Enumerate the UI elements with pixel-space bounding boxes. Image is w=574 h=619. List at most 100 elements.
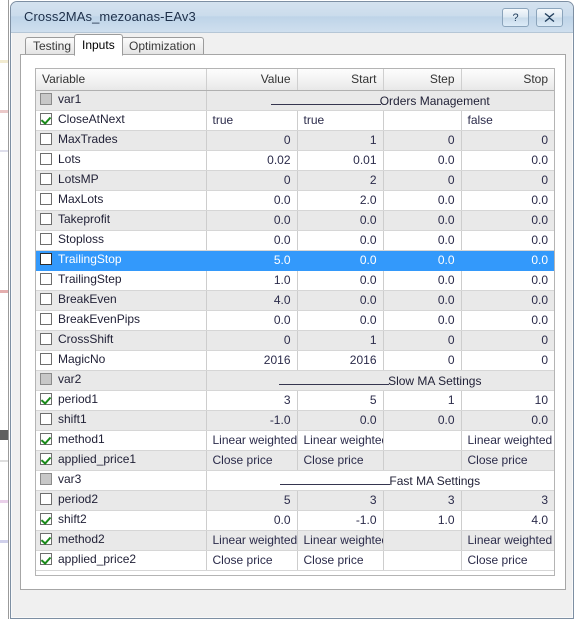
table-row[interactable]: MagicNo 2016 2016 0 0 [36,350,554,371]
row-value-cell[interactable]: 0.02 [206,150,298,171]
row-step-cell[interactable] [383,110,462,131]
row-stop-cell[interactable]: 3 [461,490,554,511]
row-step-cell[interactable] [383,550,462,571]
table-row[interactable]: var3 Fast MA Settings [36,470,554,491]
table-row[interactable]: period2 5 3 3 3 [36,490,554,511]
optimize-checkbox[interactable] [40,453,52,465]
table-row[interactable]: var1 Orders Management [36,90,554,111]
row-value-cell[interactable]: 0 [206,130,298,151]
row-step-cell[interactable] [383,450,462,471]
column-header-variable[interactable]: Variable [36,69,207,91]
row-variable-cell[interactable]: method2 [36,530,207,551]
row-value-cell[interactable]: 1.0 [206,270,298,291]
optimize-checkbox[interactable] [40,273,52,285]
row-start-cell[interactable]: Linear weighted [297,430,384,451]
row-variable-cell[interactable]: MaxTrades [36,130,207,151]
row-variable-cell[interactable]: var2 [36,370,207,391]
row-step-cell[interactable]: 0.0 [383,230,462,251]
optimize-checkbox[interactable] [40,193,52,205]
row-start-cell[interactable]: 0.0 [297,290,384,311]
row-step-cell[interactable] [383,530,462,551]
row-stop-cell[interactable]: 10 [461,390,554,411]
row-stop-cell[interactable]: 0 [461,170,554,191]
row-start-cell[interactable]: Linear weighted [297,530,384,551]
optimize-checkbox[interactable] [40,513,52,525]
column-header-stop[interactable]: Stop [461,69,554,91]
row-variable-cell[interactable]: var3 [36,470,207,491]
row-start-cell[interactable]: 0.0 [297,410,384,431]
row-variable-cell[interactable]: applied_price1 [36,450,207,471]
inputs-grid-container[interactable]: Variable Value Start Step Stop var1 Order… [35,68,555,576]
row-stop-cell[interactable]: 0 [461,330,554,351]
row-step-cell[interactable]: 0.0 [383,190,462,211]
row-variable-cell[interactable]: shift2 [36,510,207,531]
row-start-cell[interactable]: 0.0 [297,270,384,291]
row-value-cell[interactable]: Linear weighted [206,430,298,451]
row-stop-cell[interactable]: 0.0 [461,150,554,171]
row-variable-cell[interactable]: TrailingStep [36,270,207,291]
optimize-checkbox[interactable] [40,333,52,345]
optimize-checkbox[interactable] [40,173,52,185]
row-step-cell[interactable]: 0 [383,170,462,191]
row-start-cell[interactable]: 0.0 [297,210,384,231]
row-step-cell[interactable]: 0.0 [383,270,462,291]
row-value-cell[interactable]: -1.0 [206,410,298,431]
row-stop-cell[interactable]: 0.0 [461,230,554,251]
close-button[interactable] [536,8,563,27]
row-stop-cell[interactable]: 0.0 [461,210,554,231]
row-step-cell[interactable]: 3 [383,490,462,511]
row-stop-cell[interactable]: 0.0 [461,270,554,291]
row-start-cell[interactable]: 0.0 [297,230,384,251]
table-row[interactable]: shift1 -1.0 0.0 0.0 0.0 [36,410,554,431]
row-step-cell[interactable]: 1 [383,390,462,411]
row-start-cell[interactable]: 0.0 [297,310,384,331]
optimize-checkbox[interactable] [40,393,52,405]
row-stop-cell[interactable]: Close price [461,550,554,571]
row-value-cell[interactable]: 0.0 [206,210,298,231]
row-stop-cell[interactable]: 0.0 [461,250,554,271]
row-start-cell[interactable]: 2016 [297,350,384,371]
row-step-cell[interactable]: 0.0 [383,210,462,231]
optimize-checkbox[interactable] [40,213,52,225]
row-stop-cell[interactable]: Linear weighted [461,530,554,551]
table-row[interactable]: BreakEven 4.0 0.0 0.0 0.0 [36,290,554,311]
column-header-start[interactable]: Start [297,69,384,91]
row-stop-cell[interactable]: Linear weighted [461,430,554,451]
row-start-cell[interactable]: 5 [297,390,384,411]
row-step-cell[interactable]: 0 [383,330,462,351]
row-variable-cell[interactable]: period2 [36,490,207,511]
row-start-cell[interactable]: 2.0 [297,190,384,211]
table-row[interactable]: method2 Linear weighted Linear weighted Lin… [36,530,554,551]
table-row[interactable]: shift2 0.0 -1.0 1.0 4.0 [36,510,554,531]
optimize-checkbox[interactable] [40,233,52,245]
row-variable-cell[interactable]: CloseAtNext [36,110,207,131]
row-value-cell[interactable]: 3 [206,390,298,411]
row-step-cell[interactable]: 0.0 [383,310,462,331]
row-stop-cell[interactable]: 0.0 [461,190,554,211]
row-step-cell[interactable]: 0.0 [383,250,462,271]
row-variable-cell[interactable]: Lots [36,150,207,171]
row-start-cell[interactable]: 0.0 [297,250,384,271]
table-row[interactable]: method1 Linear weighted Linear weighted Lin… [36,430,554,451]
row-start-cell[interactable]: 1 [297,330,384,351]
table-row[interactable]: TrailingStep 1.0 0.0 0.0 0.0 [36,270,554,291]
row-value-cell[interactable]: true [206,110,298,131]
help-button[interactable]: ? [502,8,529,27]
row-value-cell[interactable]: 0.0 [206,230,298,251]
table-row[interactable]: MaxLots 0.0 2.0 0.0 0.0 [36,190,554,211]
optimize-checkbox[interactable] [40,493,52,505]
row-variable-cell[interactable]: MaxLots [36,190,207,211]
row-variable-cell[interactable]: method1 [36,430,207,451]
row-value-cell[interactable]: 5.0 [206,250,298,271]
row-stop-cell[interactable]: 4.0 [461,510,554,531]
row-variable-cell[interactable]: LotsMP [36,170,207,191]
optimize-checkbox[interactable] [40,413,52,425]
row-stop-cell[interactable]: 0.0 [461,310,554,331]
row-start-cell[interactable]: Close price [297,450,384,471]
optimize-checkbox[interactable] [40,113,52,125]
optimize-checkbox[interactable] [40,293,52,305]
row-start-cell[interactable]: 3 [297,490,384,511]
table-row[interactable]: BreakEvenPips 0.0 0.0 0.0 0.0 [36,310,554,331]
row-start-cell[interactable]: -1.0 [297,510,384,531]
optimize-checkbox[interactable] [40,253,52,265]
